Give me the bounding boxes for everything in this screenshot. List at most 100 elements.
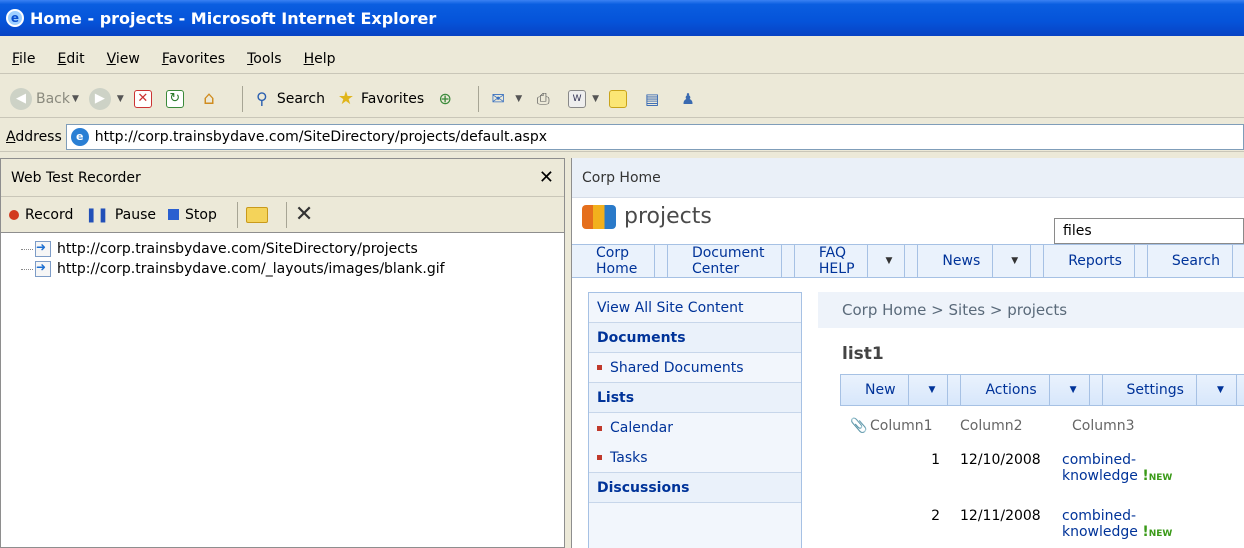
search-button[interactable]: ⚲ Search [251, 88, 325, 110]
mail-dropdown-icon[interactable]: ▼ [515, 94, 522, 104]
forward-dropdown-icon[interactable]: ▼ [117, 94, 124, 104]
chevron-down-icon: ▼ [874, 245, 906, 277]
refresh-icon: ↻ [165, 89, 184, 108]
ql-heading-documents[interactable]: Documents [589, 323, 801, 353]
cell-column1: 2 [931, 508, 940, 524]
address-url: http://corp.trainsbydave.com/SiteDirecto… [94, 128, 547, 145]
address-input[interactable]: e http://corp.trainsbydave.com/SiteDirec… [65, 123, 1244, 150]
research-button[interactable]: ▤ [641, 88, 667, 110]
quick-launch: View All Site Content Documents Shared D… [588, 292, 802, 548]
table-row: 2 12/11/2008 combined-knowledge !NEW [840, 502, 1244, 544]
stop-page-button[interactable]: ✕ [133, 89, 156, 108]
ql-item-calendar[interactable]: Calendar [589, 413, 801, 443]
site-title-text[interactable]: projects [624, 204, 712, 229]
attachment-icon[interactable]: 📎 [840, 418, 870, 434]
recorded-request[interactable]: http://corp.trainsbydave.com/SiteDirecto… [21, 239, 564, 259]
site-search-input[interactable]: files [1054, 218, 1244, 244]
favorites-button[interactable]: ★ Favorites [335, 88, 424, 110]
site-title: projects [582, 204, 712, 229]
request-url: http://corp.trainsbydave.com/_layouts/im… [57, 261, 445, 277]
view-all-site-content-link[interactable]: View All Site Content [589, 293, 801, 323]
column-header[interactable]: Column3 [1072, 418, 1212, 434]
breadcrumb[interactable]: Corp Home > Sites > projects [818, 292, 1244, 328]
recorder-separator [285, 201, 287, 228]
ql-heading-lists[interactable]: Lists [589, 383, 801, 413]
column-header[interactable]: Column2 [960, 418, 1072, 434]
actions-menu-button[interactable]: Actions ▼ [961, 375, 1103, 405]
note-icon [609, 89, 628, 108]
main-content: Corp Home > Sites > projects list1 New ▼ … [818, 292, 1244, 548]
pause-button[interactable]: ❚❚ Pause [85, 207, 156, 223]
nav-tab-document-center[interactable]: Document Center [668, 245, 795, 277]
nav-tab-news[interactable]: News ▼ [918, 245, 1045, 277]
word-edit-icon: W [568, 89, 587, 108]
print-button[interactable]: ⎙ [532, 88, 558, 110]
refresh-button[interactable]: ↻ [165, 89, 188, 108]
menu-edit[interactable]: Edit [57, 51, 84, 67]
ql-item-label: Shared Documents [610, 359, 744, 376]
nav-tab-reports[interactable]: Reports [1044, 245, 1148, 277]
menu-tools[interactable]: Tools [247, 51, 282, 67]
stop-square-icon [168, 209, 180, 220]
new-badge: NEW [1148, 473, 1173, 483]
cell-column2: 12/11/2008 [960, 508, 1041, 524]
menu-view[interactable]: View [107, 51, 140, 67]
home-button[interactable]: ⌂ [198, 88, 224, 110]
research-icon: ▤ [644, 89, 660, 108]
list-toolbar: New ▼ Actions ▼ Settings ▼ [840, 374, 1244, 406]
ql-item-label: Calendar [610, 420, 673, 436]
address-label: Address [6, 128, 62, 145]
site-nav-tabs: Corp Home Document Center FAQ HELP ▼ News… [572, 244, 1244, 278]
address-bar: Address e http://corp.trainsbydave.com/S… [0, 122, 1244, 152]
corp-home-link[interactable]: Corp Home [582, 170, 661, 186]
add-comment-folder-icon[interactable] [245, 206, 268, 223]
new-menu-button[interactable]: New ▼ [841, 375, 962, 405]
new-badge: NEW [1148, 529, 1173, 539]
table-row: 1 12/10/2008 combined-knowledge !NEW [840, 446, 1244, 488]
ql-item-tasks[interactable]: Tasks [589, 443, 801, 473]
printer-icon: ⎙ [536, 88, 550, 108]
forward-button[interactable]: ▶ ▼ [88, 87, 124, 110]
history-button[interactable]: ⊕ [434, 88, 460, 110]
column-header[interactable]: Column1 [870, 418, 960, 434]
window-title-bar: e Home - projects - Microsoft Internet E… [0, 0, 1244, 36]
ql-item-shared-documents[interactable]: Shared Documents [589, 353, 801, 383]
close-icon[interactable]: ✕ [539, 167, 554, 188]
ql-heading-discussions[interactable]: Discussions [589, 473, 801, 503]
recorded-request[interactable]: http://corp.trainsbydave.com/_layouts/im… [21, 259, 564, 279]
chevron-down-icon: ▼ [917, 375, 949, 405]
stop-button[interactable]: Stop [168, 207, 217, 223]
item-link[interactable]: combined-knowledge !NEW [1062, 452, 1202, 486]
discuss-button[interactable] [609, 89, 631, 108]
back-button[interactable]: ◀ Back ▼ [10, 87, 79, 110]
favorites-star-icon: ★ [337, 88, 355, 109]
settings-menu-button[interactable]: Settings ▼ [1103, 375, 1244, 405]
record-button[interactable]: Record [9, 207, 73, 223]
toolbar-label: Settings [1115, 375, 1197, 405]
edit-button[interactable]: W ▼ [568, 89, 599, 108]
cell-column3-line1: combined- [1062, 452, 1137, 468]
site-logo-icon [582, 204, 616, 229]
mail-button[interactable]: ✉ ▼ [487, 88, 523, 110]
recorder-separator [236, 201, 238, 228]
web-test-recorder-pane: Web Test Recorder ✕ Record ❚❚ Pause Stop… [0, 158, 565, 548]
pause-label: Pause [114, 206, 157, 223]
nav-tab-label: FAQ HELP [807, 245, 868, 277]
menu-help[interactable]: Help [304, 51, 336, 67]
menu-file[interactable]: File [12, 51, 35, 67]
back-dropdown-icon[interactable]: ▼ [72, 94, 79, 104]
cell-column3-line1: combined- [1062, 508, 1137, 524]
item-link[interactable]: combined-knowledge !NEW [1062, 508, 1202, 542]
edit-dropdown-icon[interactable]: ▼ [592, 94, 599, 104]
back-arrow-icon: ◀ [10, 87, 32, 110]
menu-favorites[interactable]: Favorites [162, 51, 225, 67]
nav-tab-corp-home[interactable]: Corp Home [572, 245, 668, 277]
toolbar-label: New [853, 375, 909, 405]
list-header-row: 📎 Column1 Column2 Column3 [840, 412, 1244, 440]
nav-tab-search[interactable]: Search [1148, 245, 1244, 277]
delete-request-icon[interactable]: ✕ [295, 202, 313, 227]
back-label: Back [36, 90, 70, 107]
toolbar-separator [241, 85, 243, 112]
messenger-button[interactable]: ♟ [677, 88, 703, 110]
nav-tab-faq-help[interactable]: FAQ HELP ▼ [795, 245, 919, 277]
